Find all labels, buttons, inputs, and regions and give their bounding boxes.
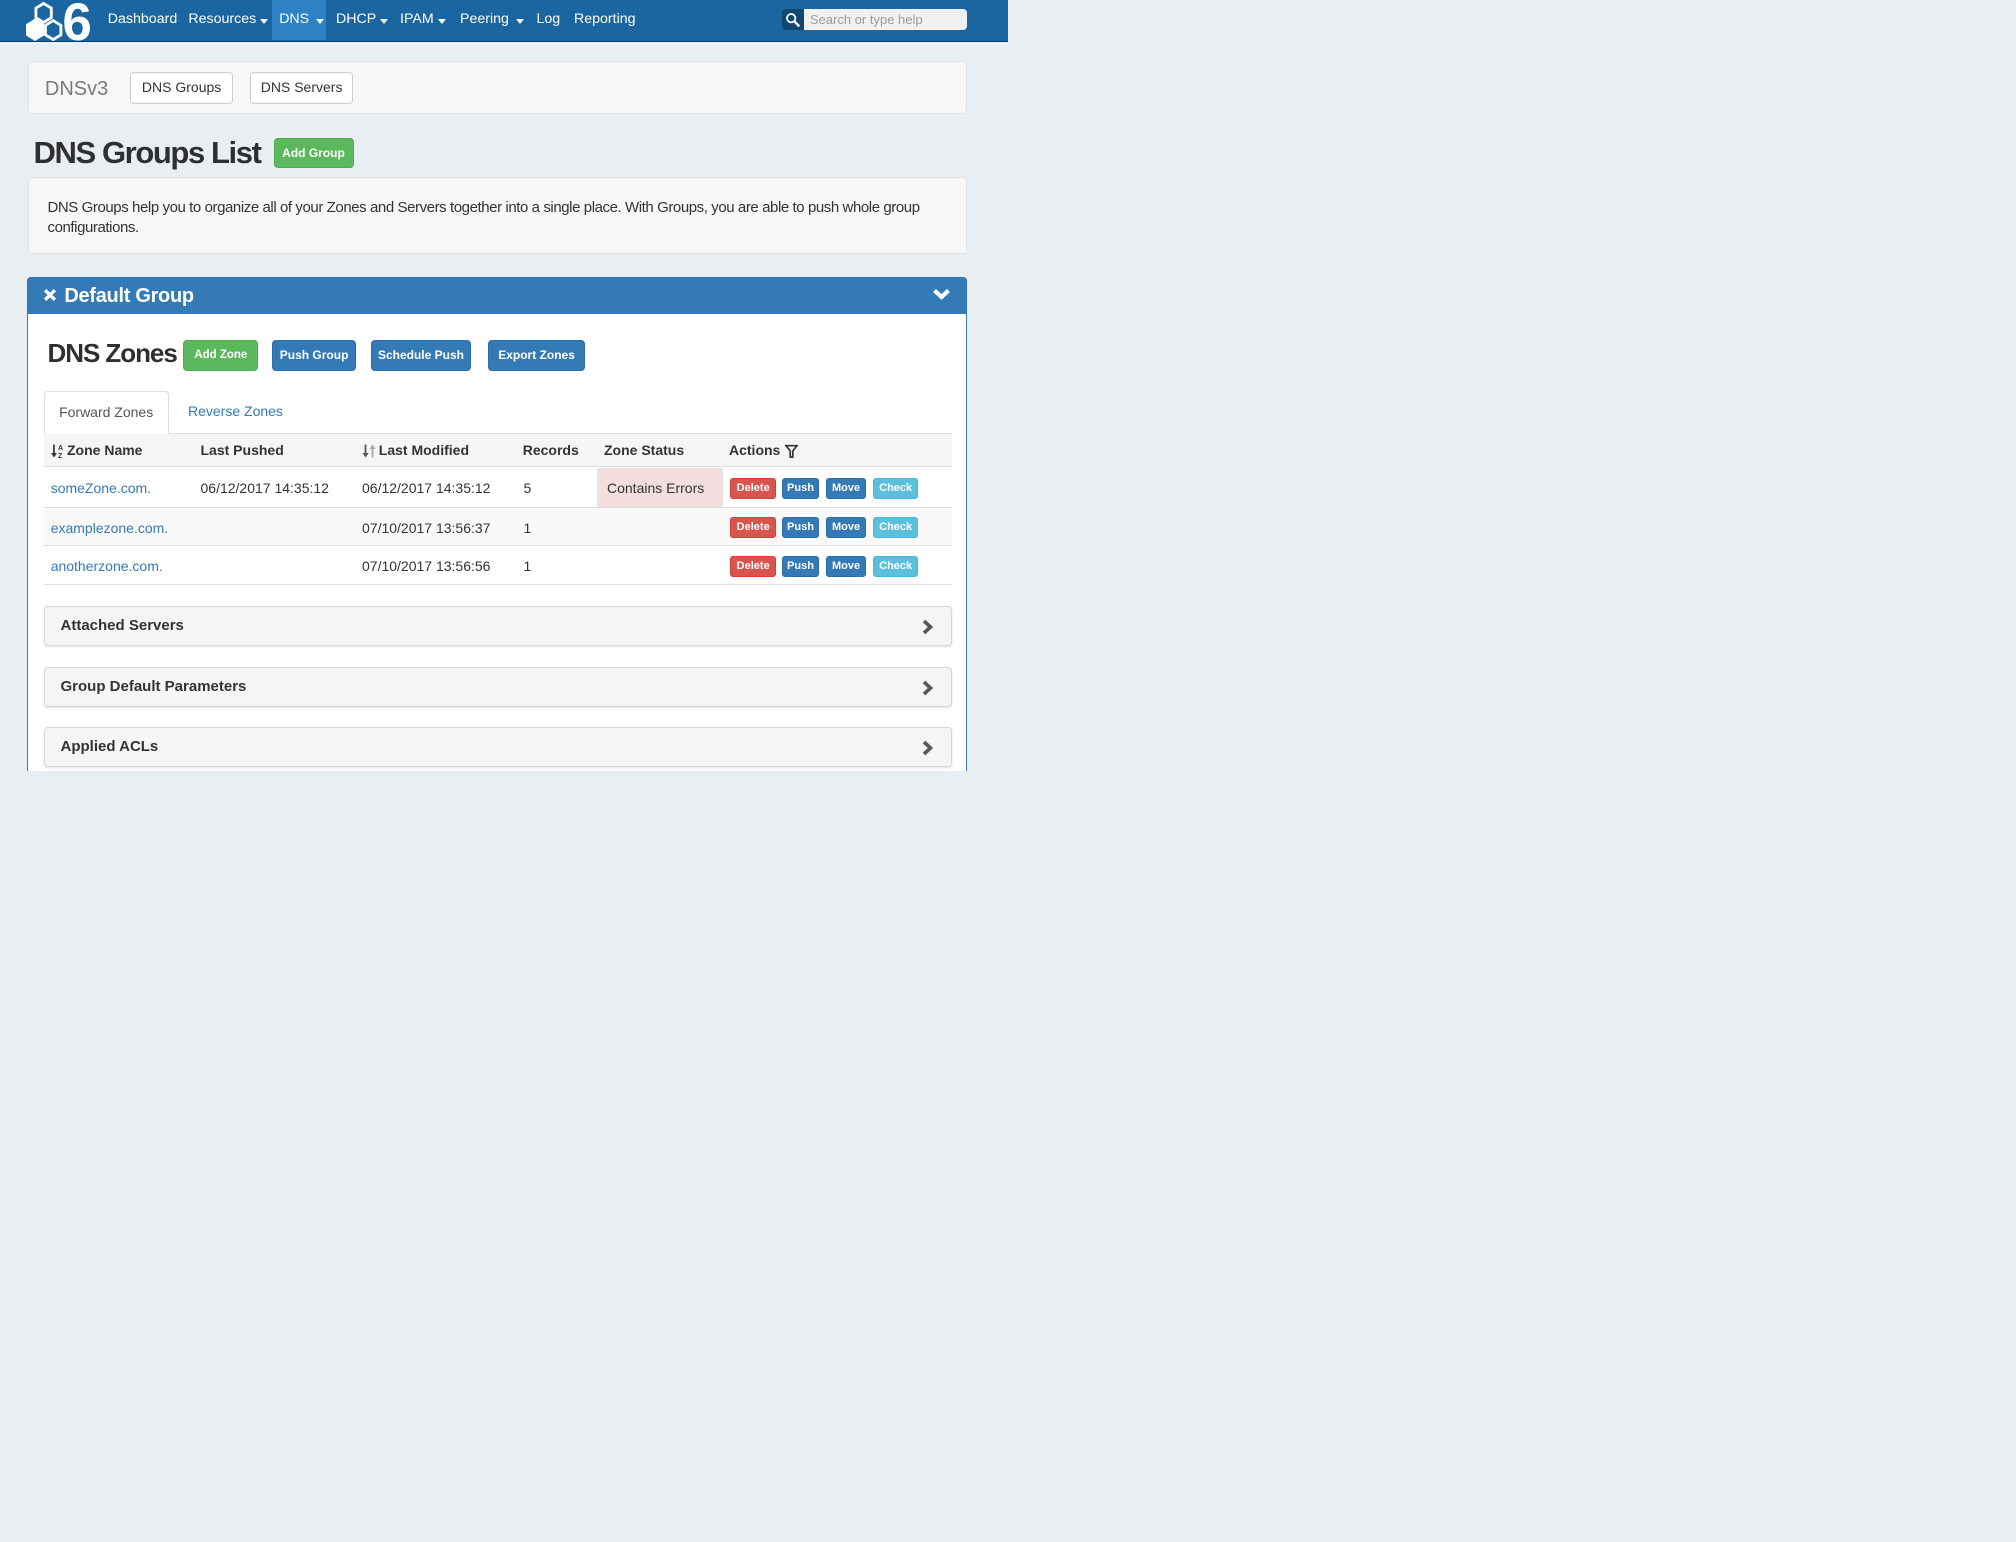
svg-text:Z: Z bbox=[58, 453, 63, 458]
svg-text:6: 6 bbox=[62, 1, 91, 41]
svg-text:A: A bbox=[58, 445, 63, 452]
